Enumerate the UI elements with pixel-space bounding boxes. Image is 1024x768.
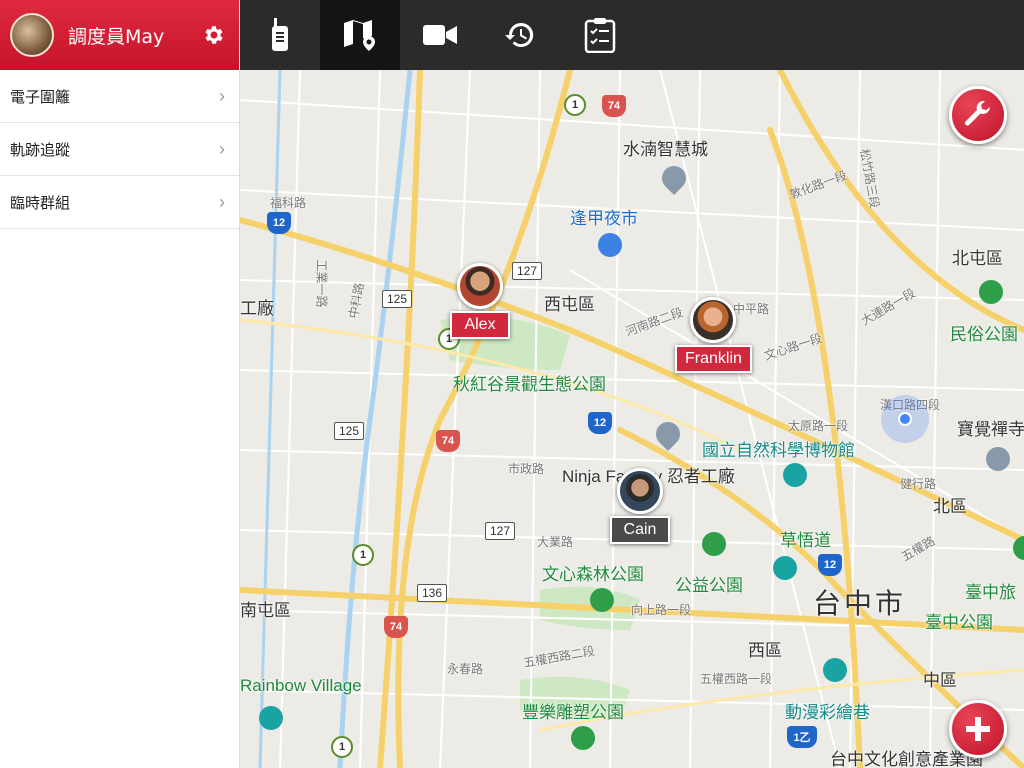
tab-video[interactable] bbox=[400, 0, 480, 70]
user-marker-franklin[interactable]: Franklin bbox=[675, 297, 752, 373]
place-label: 工廠 bbox=[240, 299, 274, 319]
route-shield: 127 bbox=[485, 522, 516, 540]
place-label: 臺中旅 bbox=[965, 583, 1016, 603]
video-camera-icon bbox=[423, 25, 457, 45]
place-label: 文心森林公園 bbox=[542, 565, 644, 585]
place-label: 公益公園 bbox=[675, 576, 743, 596]
avatar[interactable] bbox=[10, 13, 54, 57]
route-shield: 136 bbox=[417, 584, 448, 602]
place-label: 豐樂雕塑公園 bbox=[522, 703, 624, 723]
museum-icon[interactable] bbox=[783, 463, 807, 487]
temple-icon[interactable] bbox=[986, 447, 1010, 471]
user-name-tag: Franklin bbox=[675, 345, 752, 373]
history-icon bbox=[505, 22, 534, 47]
current-location-dot bbox=[881, 395, 929, 443]
user-marker-alex[interactable]: Alex bbox=[450, 263, 510, 339]
tab-history[interactable] bbox=[480, 0, 560, 70]
map-view[interactable]: 水湳智慧城 逢甲夜市 西屯區 北屯區 民俗公園 秋紅谷景觀生態公園 國立自然科學… bbox=[240, 70, 1024, 768]
sidebar-item-label: 臨時群組 bbox=[10, 193, 71, 212]
wrench-icon bbox=[965, 100, 990, 126]
park-tree-icon[interactable] bbox=[702, 532, 726, 556]
route-shield: 1 bbox=[331, 736, 353, 758]
sidebar-item-geofence[interactable]: 電子圍籬 › bbox=[0, 70, 239, 123]
place-label: 秋紅谷景觀生態公園 bbox=[453, 375, 606, 395]
place-label: Rainbow Village bbox=[240, 676, 362, 695]
place-label: 草悟道 bbox=[780, 531, 831, 551]
street-label: 永春路 bbox=[447, 662, 484, 676]
camera-attraction-icon[interactable] bbox=[773, 556, 797, 580]
route-shield: 127 bbox=[512, 262, 543, 280]
street-label: 太原路一段 bbox=[788, 419, 849, 433]
place-label: 西區 bbox=[748, 641, 782, 661]
highway-shield: 1乙 bbox=[787, 726, 817, 748]
street-label: 健行路 bbox=[900, 477, 937, 491]
place-label: 中區 bbox=[923, 671, 957, 691]
park-tree-icon[interactable] bbox=[590, 588, 614, 612]
place-label: 台中市 bbox=[813, 587, 907, 620]
route-shield: 125 bbox=[382, 290, 413, 308]
route-shield: 1 bbox=[564, 94, 586, 116]
place-label: 逢甲夜市 bbox=[570, 209, 638, 229]
sidebar-item-track[interactable]: 軌跡追蹤 › bbox=[0, 123, 239, 176]
street-label: 市政路 bbox=[508, 462, 545, 476]
user-name-tag: Alex bbox=[450, 311, 510, 339]
shopping-cart-icon[interactable] bbox=[598, 233, 622, 257]
plus-icon bbox=[966, 717, 990, 741]
user-marker-cain[interactable]: Cain bbox=[610, 468, 670, 544]
street-label: 向上路一段 bbox=[631, 603, 692, 617]
place-label: 臺中公園 bbox=[925, 613, 993, 633]
tools-button[interactable] bbox=[949, 86, 1007, 144]
highway-shield: 12 bbox=[818, 554, 842, 576]
user-avatar bbox=[690, 297, 737, 343]
user-avatar bbox=[617, 468, 663, 514]
park-tree-icon[interactable] bbox=[571, 726, 595, 750]
add-button[interactable] bbox=[949, 700, 1007, 758]
place-label: 民俗公園 bbox=[950, 325, 1018, 345]
walkie-talkie-icon bbox=[272, 18, 288, 51]
user-name: 調度員May bbox=[68, 25, 165, 48]
chevron-right-icon: › bbox=[219, 191, 225, 212]
sidebar-item-label: 電子圍籬 bbox=[10, 87, 71, 106]
place-label: 北區 bbox=[933, 497, 967, 517]
place-label: 國立自然科學博物館 bbox=[702, 441, 855, 461]
highway-shield: 74 bbox=[384, 616, 408, 638]
top-toolbar bbox=[240, 0, 1024, 70]
camera-attraction-icon[interactable] bbox=[823, 658, 847, 682]
place-label: 寶覺禪寺 bbox=[957, 420, 1024, 440]
street-label: 大業路 bbox=[537, 535, 574, 549]
user-name-tag: Cain bbox=[610, 516, 670, 544]
highway-shield: 12 bbox=[588, 412, 612, 434]
place-label: 北屯區 bbox=[952, 249, 1003, 269]
user-avatar bbox=[457, 263, 503, 309]
place-label: 動漫彩繪巷 bbox=[785, 703, 870, 723]
street-label: 工業一路 bbox=[314, 259, 329, 308]
gear-icon[interactable] bbox=[201, 22, 227, 48]
sidebar-item-temp-group[interactable]: 臨時群組 › bbox=[0, 176, 239, 229]
street-label: 福科路 bbox=[270, 196, 307, 210]
highway-shield: 12 bbox=[267, 212, 291, 234]
chevron-right-icon: › bbox=[219, 138, 225, 159]
clipboard-checklist-icon bbox=[584, 18, 616, 53]
tab-checklist[interactable] bbox=[560, 0, 640, 70]
tab-map[interactable] bbox=[320, 0, 400, 70]
route-shield: 1 bbox=[352, 544, 374, 566]
highway-shield: 74 bbox=[436, 430, 460, 452]
camera-attraction-icon[interactable] bbox=[259, 706, 283, 730]
sidebar-item-label: 軌跡追蹤 bbox=[10, 140, 71, 159]
route-shield: 125 bbox=[334, 422, 365, 440]
place-label: 水湳智慧城 bbox=[623, 140, 708, 160]
place-label: 西屯區 bbox=[544, 295, 595, 315]
sidebar-header: 調度員May bbox=[0, 0, 239, 70]
street-label: 五權西路一段 bbox=[700, 672, 773, 686]
park-tree-icon[interactable] bbox=[979, 280, 1003, 304]
highway-shield: 74 bbox=[602, 95, 626, 117]
place-label: 南屯區 bbox=[240, 601, 291, 621]
chevron-right-icon: › bbox=[219, 85, 225, 106]
map-icon bbox=[344, 20, 375, 51]
sidebar: 調度員May 電子圍籬 › 軌跡追蹤 › 臨時群組 › bbox=[0, 0, 240, 768]
tab-walkie-talkie[interactable] bbox=[240, 0, 320, 70]
